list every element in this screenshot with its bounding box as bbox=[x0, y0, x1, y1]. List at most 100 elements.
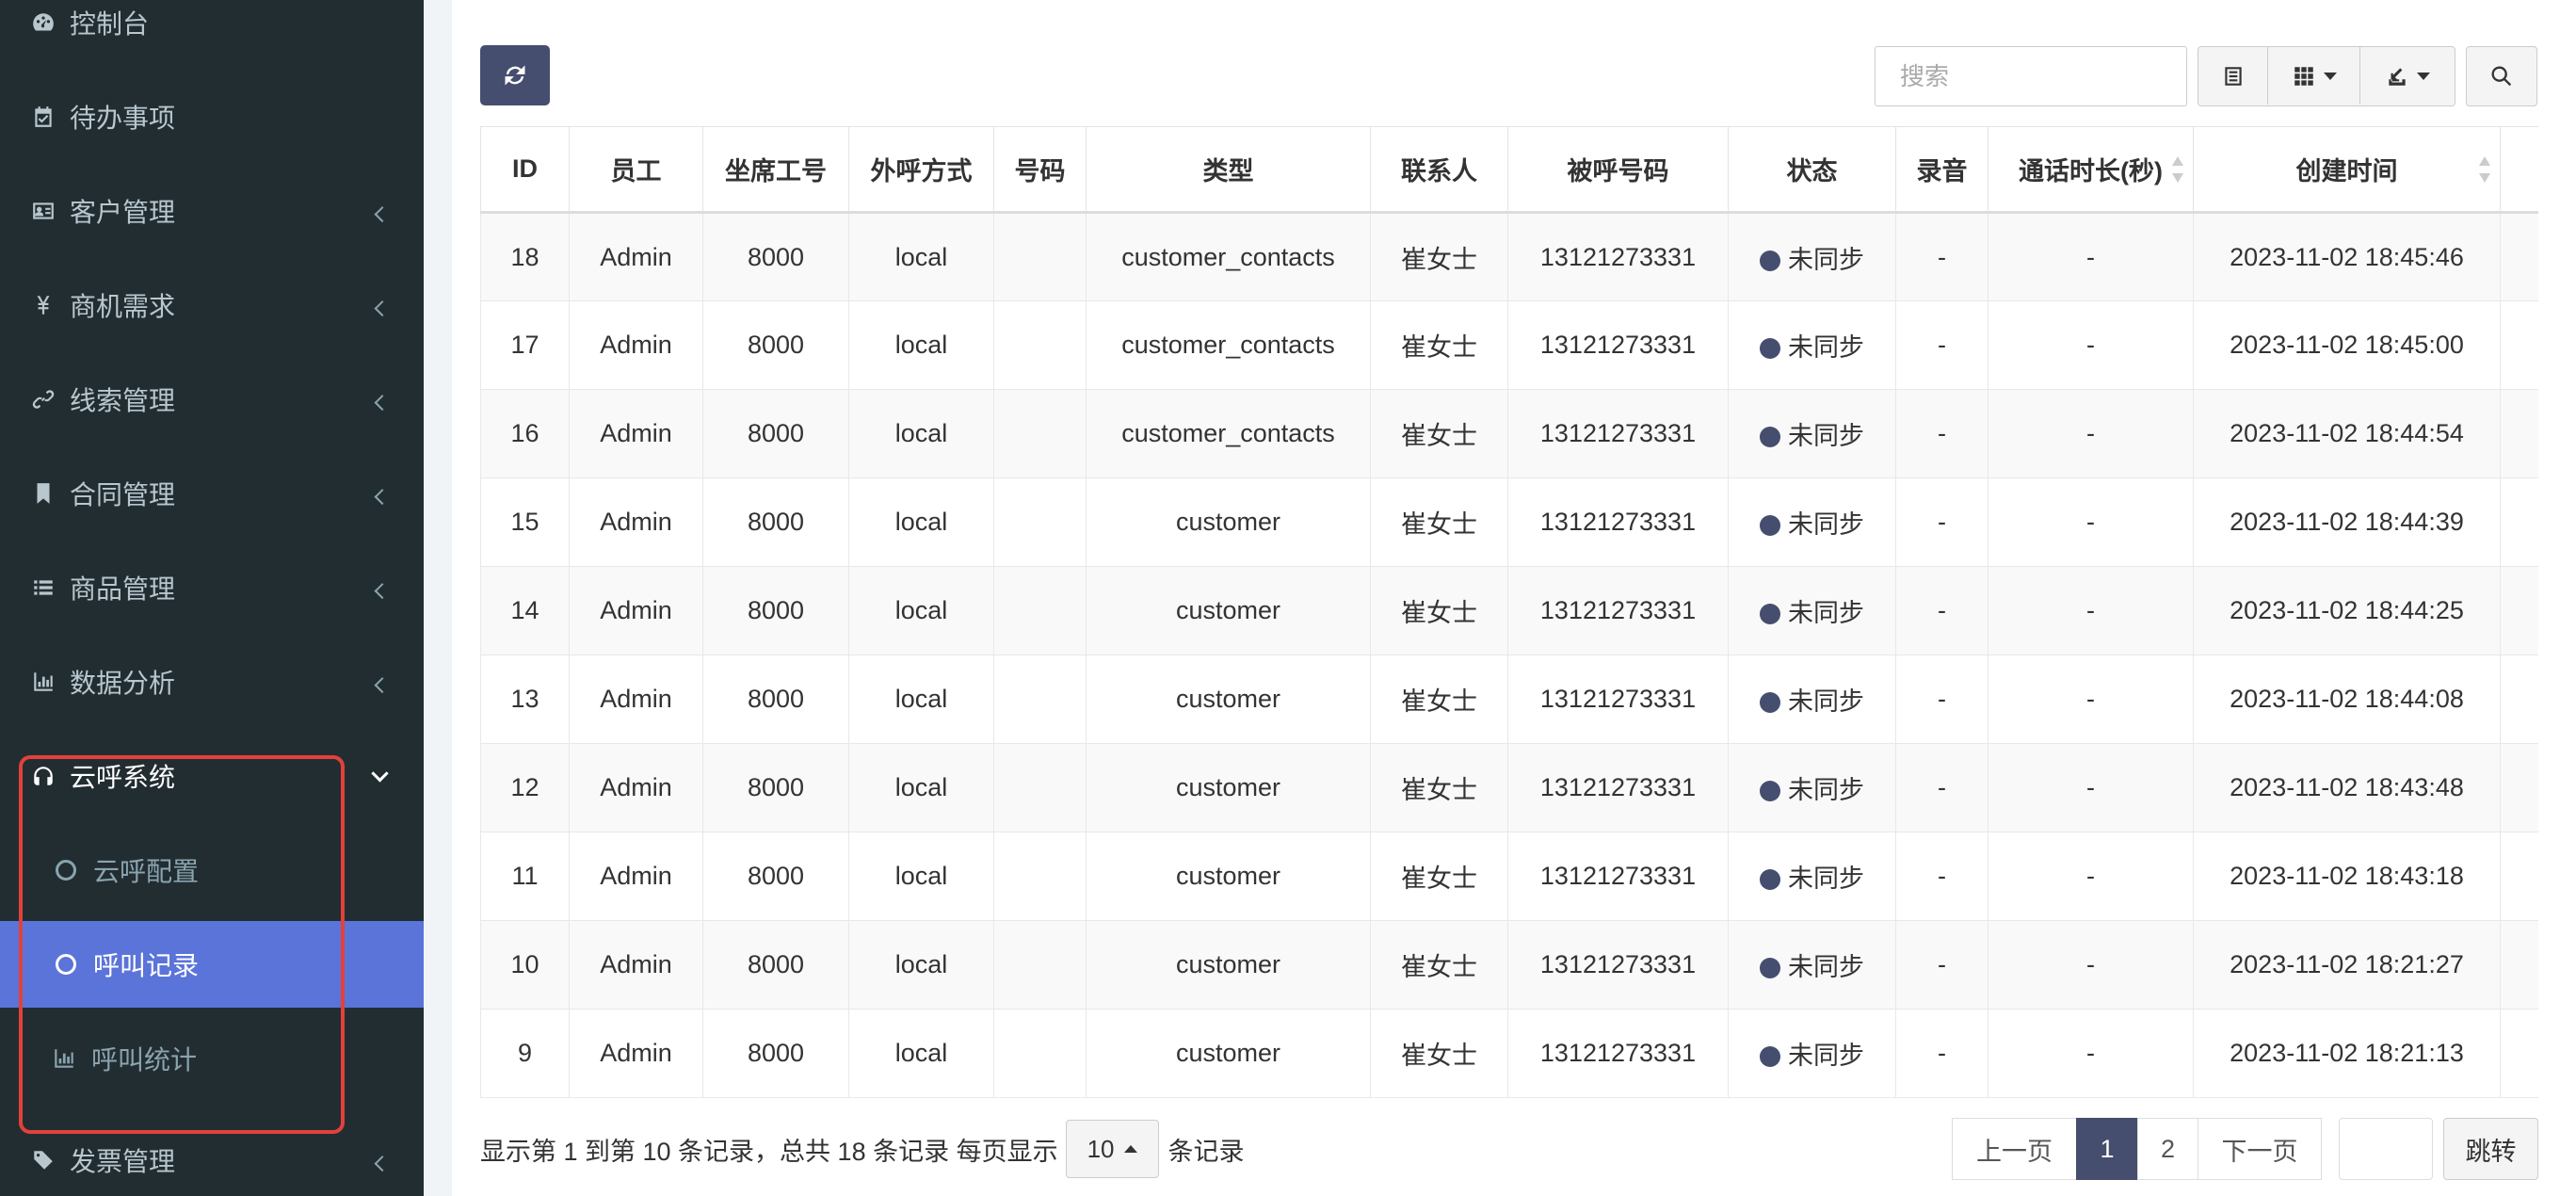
caret-down-icon bbox=[2417, 72, 2430, 80]
column-header-seat[interactable]: 坐席工号 bbox=[702, 126, 849, 214]
cell-extra: 2 bbox=[2500, 477, 2538, 567]
table-row[interactable]: 12 Admin 8000 local customer 崔女士 13121273331 未同… bbox=[480, 743, 2538, 832]
status-dot-icon bbox=[1760, 338, 1780, 359]
cell-status: 未同步 bbox=[1728, 477, 1896, 567]
status-dot-icon bbox=[1760, 427, 1780, 447]
table-row[interactable]: 15 Admin 8000 local customer 崔女士 13121273331 未同… bbox=[480, 477, 2538, 567]
table-row[interactable]: 14 Admin 8000 local customer 崔女士 13121273331 未同… bbox=[480, 566, 2538, 655]
chevron-left-icon bbox=[374, 300, 391, 317]
search-input[interactable] bbox=[1875, 46, 2187, 106]
column-header-called[interactable]: 被呼号码 bbox=[1507, 126, 1729, 214]
bar-chart-icon bbox=[50, 1046, 78, 1071]
refresh-button[interactable] bbox=[480, 45, 550, 105]
table-row[interactable]: 9 Admin 8000 local customer 崔女士 13121273331 未同步… bbox=[480, 1009, 2538, 1098]
table-row[interactable]: 16 Admin 8000 local customer_contacts 崔女士 1312… bbox=[480, 389, 2538, 478]
cell-status: 未同步 bbox=[1728, 832, 1896, 921]
cell-mode: local bbox=[848, 212, 994, 301]
status-dot-icon bbox=[1760, 869, 1780, 890]
sidebar: 控制台 待办事项 客户管理 商机需求 线索管理 合同管理 商品管理 数据分析 云… bbox=[0, 0, 424, 1196]
column-header-type[interactable]: 类型 bbox=[1086, 126, 1371, 214]
cell-created: 2023-11-02 18:44:54 bbox=[2193, 389, 2501, 478]
page-size-select[interactable]: 10 bbox=[1065, 1120, 1159, 1178]
cell-seat: 8000 bbox=[702, 743, 849, 832]
cell-staff: Admin bbox=[569, 300, 703, 390]
sidebar-item-label: 数据分析 bbox=[70, 669, 176, 698]
caret-down-icon bbox=[2323, 72, 2337, 80]
cell-seat: 8000 bbox=[702, 389, 849, 478]
column-header-mode[interactable]: 外呼方式 bbox=[848, 126, 994, 214]
cell-called: 13121273331 bbox=[1507, 920, 1729, 1010]
sidebar-item-invoices[interactable]: 发票管理 bbox=[0, 1113, 424, 1196]
cell-status: 未同步 bbox=[1728, 566, 1896, 655]
sidebar-subitem-label: 呼叫统计 bbox=[91, 1045, 198, 1075]
cell-number bbox=[993, 389, 1087, 478]
cell-duration: - bbox=[1988, 1009, 2194, 1098]
cell-type: customer_contacts bbox=[1086, 389, 1371, 478]
sidebar-subitem-call-stats[interactable]: 呼叫统计 bbox=[0, 1015, 424, 1102]
columns-button[interactable] bbox=[2268, 47, 2360, 105]
cell-staff: Admin bbox=[569, 1009, 703, 1098]
cell-staff: Admin bbox=[569, 389, 703, 478]
sidebar-item-dashboard[interactable]: 控制台 bbox=[0, 0, 424, 70]
page-button-1[interactable]: 1 bbox=[2076, 1118, 2138, 1180]
sidebar-item-customers[interactable]: 客户管理 bbox=[0, 164, 424, 258]
cell-seat: 8000 bbox=[702, 1009, 849, 1098]
table-row[interactable]: 18 Admin 8000 local customer_contacts 崔女士 1312… bbox=[480, 212, 2538, 301]
jump-button[interactable]: 跳转 bbox=[2443, 1118, 2538, 1180]
sidebar-subitem-cloud-config[interactable]: 云呼配置 bbox=[0, 827, 424, 913]
cell-seat: 8000 bbox=[702, 300, 849, 390]
export-button[interactable] bbox=[2360, 47, 2455, 105]
column-header-duration[interactable]: 通话时长(秒) bbox=[1988, 126, 2194, 214]
cell-recording: - bbox=[1895, 300, 1988, 390]
sidebar-subitem-label: 云呼配置 bbox=[93, 857, 200, 886]
sidebar-item-opportunities[interactable]: 商机需求 bbox=[0, 258, 424, 352]
chevron-left-icon bbox=[374, 1156, 391, 1172]
sidebar-item-analytics[interactable]: 数据分析 bbox=[0, 635, 424, 729]
cell-contact: 崔女士 bbox=[1370, 743, 1508, 832]
circle-icon bbox=[56, 860, 76, 881]
cell-called: 13121273331 bbox=[1507, 1009, 1729, 1098]
column-header-staff[interactable]: 员工 bbox=[569, 126, 703, 214]
cell-extra: 2 bbox=[2500, 212, 2538, 301]
sidebar-item-todo[interactable]: 待办事项 bbox=[0, 70, 424, 164]
column-header-contact[interactable]: 联系人 bbox=[1370, 126, 1508, 214]
sidebar-item-products[interactable]: 商品管理 bbox=[0, 541, 424, 635]
cell-duration: - bbox=[1988, 477, 2194, 567]
sidebar-item-label: 商品管理 bbox=[70, 574, 176, 604]
column-header-recording[interactable]: 录音 bbox=[1895, 126, 1988, 214]
cell-extra: 2 bbox=[2500, 832, 2538, 921]
sidebar-item-contracts[interactable]: 合同管理 bbox=[0, 446, 424, 541]
main-content: ID 员工 坐席工号 外呼方式 号码 类型 联系人 被呼号码 状态 录音 通话时… bbox=[452, 0, 2576, 1196]
table-row[interactable]: 10 Admin 8000 local customer 崔女士 13121273331 未同… bbox=[480, 920, 2538, 1010]
column-header-status[interactable]: 状态 bbox=[1728, 126, 1896, 214]
column-header-label: 通话时长(秒) bbox=[2019, 157, 2163, 186]
cell-called: 13121273331 bbox=[1507, 832, 1729, 921]
search-button[interactable] bbox=[2466, 46, 2537, 106]
list-view-icon bbox=[2224, 66, 2242, 86]
cell-created: 2023-11-02 18:21:13 bbox=[2193, 1009, 2501, 1098]
table-row[interactable]: 17 Admin 8000 local customer_contacts 崔女士 1312… bbox=[480, 300, 2538, 390]
cell-recording: - bbox=[1895, 832, 1988, 921]
cell-contact: 崔女士 bbox=[1370, 300, 1508, 390]
column-header-extra[interactable] bbox=[2500, 126, 2538, 214]
cell-status: 未同步 bbox=[1728, 920, 1896, 1010]
cell-status: 未同步 bbox=[1728, 655, 1896, 744]
sidebar-subitem-call-records[interactable]: 呼叫记录 bbox=[0, 921, 424, 1008]
sidebar-item-cloud-call[interactable]: 云呼系统 bbox=[0, 729, 424, 823]
next-page-button[interactable]: 下一页 bbox=[2198, 1118, 2322, 1180]
page-button-2[interactable]: 2 bbox=[2136, 1118, 2199, 1180]
column-header-id[interactable]: ID bbox=[480, 126, 570, 214]
cell-number bbox=[993, 300, 1087, 390]
prev-page-button[interactable]: 上一页 bbox=[1951, 1118, 2078, 1180]
toggle-view-button[interactable] bbox=[2198, 47, 2268, 105]
tag-icon bbox=[30, 1147, 56, 1173]
table-row[interactable]: 11 Admin 8000 local customer 崔女士 13121273331 未同… bbox=[480, 832, 2538, 921]
table-row[interactable]: 13 Admin 8000 local customer 崔女士 13121273331 未同… bbox=[480, 655, 2538, 744]
jump-page-input[interactable] bbox=[2339, 1118, 2433, 1180]
column-header-created[interactable]: 创建时间 bbox=[2193, 126, 2501, 214]
column-header-number[interactable]: 号码 bbox=[993, 126, 1087, 214]
table-header-row: ID 员工 坐席工号 外呼方式 号码 类型 联系人 被呼号码 状态 录音 通话时… bbox=[480, 126, 2538, 214]
sidebar-item-leads[interactable]: 线索管理 bbox=[0, 352, 424, 446]
cell-duration: - bbox=[1988, 389, 2194, 478]
cell-contact: 崔女士 bbox=[1370, 832, 1508, 921]
